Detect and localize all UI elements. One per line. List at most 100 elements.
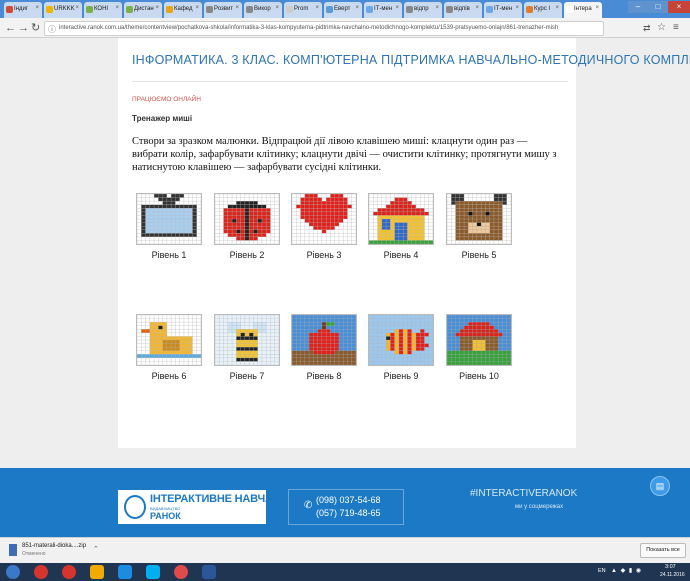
tab-close-icon[interactable]: × <box>475 5 479 11</box>
level-thumbnail[interactable] <box>136 314 202 366</box>
tab-close-icon[interactable]: × <box>395 5 399 11</box>
tab-close-icon[interactable]: × <box>355 5 359 11</box>
tab-close-icon[interactable]: × <box>275 5 279 11</box>
tab-close-icon[interactable]: × <box>315 5 319 11</box>
maximize-icon[interactable]: □ <box>648 1 668 13</box>
browser-tab[interactable]: Курс І × <box>524 2 562 18</box>
bookmark-star-icon[interactable]: ☆ <box>657 21 666 35</box>
level-card[interactable]: Рівень 4 <box>368 193 438 260</box>
tab-close-icon[interactable]: × <box>35 5 39 11</box>
bee-pixel-art-icon <box>215 315 279 365</box>
level-card[interactable]: Рівень 9 <box>368 314 438 381</box>
tab-label: Кафед <box>174 6 193 12</box>
browser-tab[interactable]: Розвит × <box>204 2 242 18</box>
level-card[interactable]: Рівень 2 <box>214 193 284 260</box>
tab-close-icon[interactable]: × <box>235 5 239 11</box>
close-window-icon[interactable]: × <box>668 1 690 13</box>
browser-tab[interactable]: відпів × <box>444 2 482 18</box>
skype-icon[interactable] <box>146 565 160 579</box>
level-label[interactable]: Рівень 8 <box>291 371 357 381</box>
contact-phones: ✆ (098) 037-54-68 (057) 719-48-65 <box>288 489 404 525</box>
ie-icon[interactable] <box>118 565 132 579</box>
opera-icon[interactable] <box>34 565 48 579</box>
browser-tab[interactable]: відпр × <box>404 2 442 18</box>
level-thumbnail[interactable] <box>368 314 434 366</box>
level-card[interactable]: Рівень 5 <box>446 193 516 260</box>
word-icon[interactable] <box>202 565 216 579</box>
tab-close-icon[interactable]: × <box>75 5 79 11</box>
chrome-icon[interactable] <box>174 565 188 579</box>
forward-icon[interactable]: → <box>18 21 29 35</box>
level-card[interactable]: Рівень 10 <box>446 314 516 381</box>
level-card[interactable]: Рівень 8 <box>291 314 361 381</box>
browser-tab[interactable]: ІТ-мен × <box>364 2 402 18</box>
opera-alt-icon[interactable] <box>62 565 76 579</box>
browser-tab[interactable]: Індиг × <box>4 2 42 18</box>
tab-label: Викор <box>254 6 271 12</box>
brand-logo[interactable]: ІНТЕРАКТИВНЕ НАВЧАННЯ ВИДАВНИЦТВО РАНОК <box>118 490 296 524</box>
level-label[interactable]: Рівень 9 <box>368 371 434 381</box>
breadcrumb[interactable]: ПРАЦЮЄМО ОНЛАЙН <box>132 96 201 103</box>
browser-tab-strip: Індиг × URKKK × КОНІ × Дистан × Кафед × Розвит × Вик… <box>0 0 690 18</box>
level-label[interactable]: Рівень 3 <box>291 250 357 260</box>
start-icon[interactable] <box>6 565 20 579</box>
browser-tab[interactable]: Інтера × <box>564 2 602 18</box>
ladybug-pixel-art-icon <box>215 194 279 244</box>
download-file-name[interactable]: 851-materali-dioka....zip <box>22 543 86 549</box>
tab-label: Інтера <box>574 6 592 12</box>
browser-tab[interactable]: Prom × <box>284 2 322 18</box>
tab-close-icon[interactable]: × <box>195 5 199 11</box>
browser-tab[interactable]: Дистан × <box>124 2 162 18</box>
tab-close-icon[interactable]: × <box>115 5 119 11</box>
tab-label: відпр <box>414 6 429 12</box>
level-label[interactable]: Рівень 2 <box>214 250 280 260</box>
tab-close-icon[interactable]: × <box>155 5 159 11</box>
tab-favicon-icon <box>366 6 373 13</box>
translate-icon[interactable]: ⇄ <box>643 21 651 35</box>
archive-file-icon[interactable] <box>9 544 17 556</box>
minimize-icon[interactable]: – <box>628 1 648 13</box>
chat-icon[interactable]: ▤ <box>650 476 670 496</box>
fish-pixel-art-icon <box>369 315 433 365</box>
system-tray-icons[interactable]: ▲ ◆ ▮ ◉ <box>611 567 642 574</box>
browser-tab[interactable]: ІТ-мен × <box>484 2 522 18</box>
browser-tab[interactable]: Викор × <box>244 2 282 18</box>
tab-close-icon[interactable]: × <box>515 5 519 11</box>
level-card[interactable]: Рівень 7 <box>214 314 284 381</box>
tab-close-icon[interactable]: × <box>555 5 559 11</box>
level-card[interactable]: Рівень 6 <box>136 314 206 381</box>
level-label[interactable]: Рівень 6 <box>136 371 202 381</box>
tab-close-icon[interactable]: × <box>435 5 439 11</box>
level-card[interactable]: Рівень 3 <box>291 193 361 260</box>
level-thumbnail[interactable] <box>291 314 357 366</box>
folder-icon[interactable] <box>90 565 104 579</box>
level-label[interactable]: Рівень 7 <box>214 371 280 381</box>
phone-number-1[interactable]: (098) 037-54-68 <box>316 495 381 505</box>
browser-tab[interactable]: КОНІ × <box>84 2 122 18</box>
level-thumbnail[interactable] <box>136 193 202 245</box>
level-thumbnail[interactable] <box>214 193 280 245</box>
menu-icon[interactable]: ≡ <box>673 21 679 35</box>
page-title: ІНФОРМАТИКА. 3 КЛАС. КОМП'ЮТЕРНА ПІДТРИМ… <box>132 53 690 67</box>
back-icon[interactable]: ← <box>5 21 16 35</box>
tab-close-icon[interactable]: × <box>595 5 599 11</box>
browser-tab[interactable]: URKKK × <box>44 2 82 18</box>
level-thumbnail[interactable] <box>291 193 357 245</box>
reload-icon[interactable]: ↻ <box>31 21 40 35</box>
level-thumbnail[interactable] <box>446 314 512 366</box>
browser-tab[interactable]: Кафед × <box>164 2 202 18</box>
phone-number-2[interactable]: (057) 719-48-65 <box>316 508 381 518</box>
address-bar[interactable]: ⓘ interactive.ranok.com.ua/theme/content… <box>44 21 604 36</box>
level-label[interactable]: Рівень 10 <box>446 371 512 381</box>
level-thumbnail[interactable] <box>446 193 512 245</box>
show-all-downloads-button[interactable]: Показать все <box>640 543 686 558</box>
language-indicator[interactable]: EN <box>598 568 606 574</box>
level-label[interactable]: Рівень 4 <box>368 250 434 260</box>
level-card[interactable]: Рівень 1 <box>136 193 206 260</box>
level-thumbnail[interactable] <box>368 193 434 245</box>
level-label[interactable]: Рівень 1 <box>136 250 202 260</box>
browser-tab[interactable]: Еверт × <box>324 2 362 18</box>
level-thumbnail[interactable] <box>214 314 280 366</box>
level-label[interactable]: Рівень 5 <box>446 250 512 260</box>
chevron-up-icon[interactable]: ⌃ <box>93 545 99 553</box>
